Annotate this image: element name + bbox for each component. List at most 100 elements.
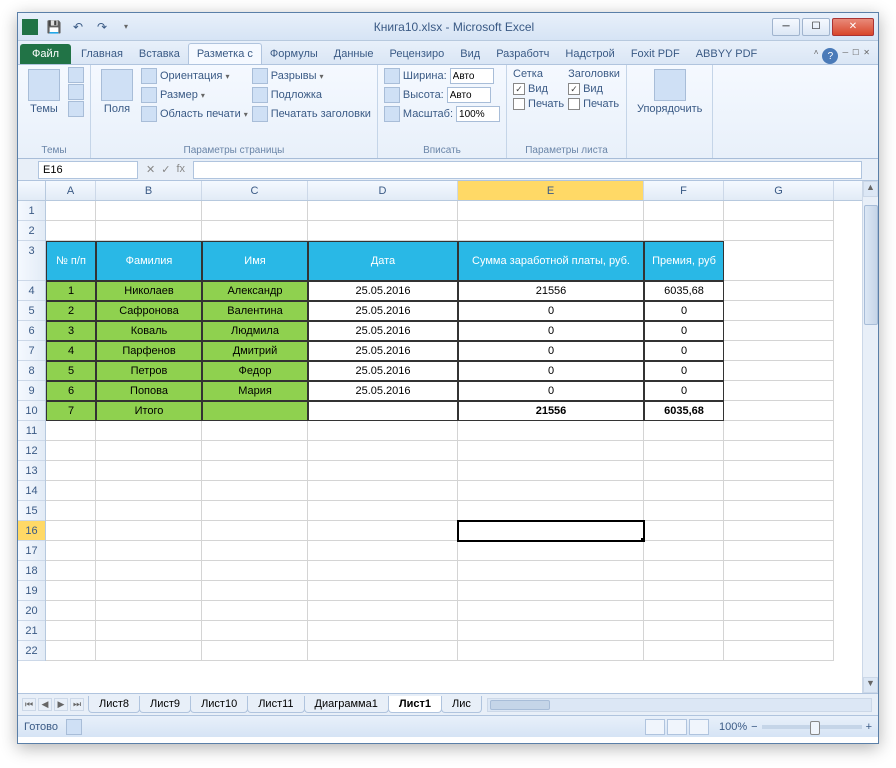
cell[interactable] [724, 621, 834, 641]
row-9[interactable]: 9 [18, 381, 45, 401]
table-header[interactable]: Сумма заработной платы, руб. [458, 241, 644, 281]
cell[interactable] [202, 501, 308, 521]
cell[interactable] [308, 541, 458, 561]
cell[interactable] [724, 581, 834, 601]
print-area-button[interactable]: Область печати▾ [141, 105, 248, 123]
normal-view-button[interactable] [645, 719, 665, 735]
row-11[interactable]: 11 [18, 421, 45, 441]
row-7[interactable]: 7 [18, 341, 45, 361]
table-total-cell[interactable]: 21556 [458, 401, 644, 421]
table-header[interactable]: № п/п [46, 241, 96, 281]
cell[interactable] [644, 521, 724, 541]
cell[interactable] [458, 621, 644, 641]
cell[interactable] [308, 501, 458, 521]
row-16[interactable]: 16 [18, 521, 45, 541]
cell[interactable] [644, 461, 724, 481]
width-input[interactable] [450, 68, 494, 84]
col-A[interactable]: A [46, 181, 96, 200]
cell[interactable] [202, 641, 308, 661]
workbook-close[interactable]: ✕ [863, 48, 870, 64]
cell[interactable] [96, 441, 202, 461]
table-cell[interactable]: Людмила [202, 321, 308, 341]
table-cell[interactable]: Федор [202, 361, 308, 381]
table-cell[interactable]: Дмитрий [202, 341, 308, 361]
row-18[interactable]: 18 [18, 561, 45, 581]
theme-effects-icon[interactable] [68, 101, 84, 117]
row-13[interactable]: 13 [18, 461, 45, 481]
cell[interactable] [46, 221, 96, 241]
tab-home[interactable]: Главная [73, 44, 131, 64]
table-cell[interactable]: 25.05.2016 [308, 361, 458, 381]
orientation-button[interactable]: Ориентация▾ [141, 67, 248, 85]
cell[interactable] [644, 581, 724, 601]
cell[interactable] [458, 481, 644, 501]
cell[interactable] [96, 601, 202, 621]
cell[interactable] [644, 501, 724, 521]
select-all-corner[interactable] [18, 181, 46, 200]
cell[interactable] [308, 601, 458, 621]
cell[interactable] [96, 501, 202, 521]
table-cell[interactable]: Попова [96, 381, 202, 401]
help-icon[interactable]: ? [822, 48, 838, 64]
sheet-tab[interactable]: Лист10 [190, 696, 248, 713]
cell[interactable] [724, 481, 834, 501]
row-6[interactable]: 6 [18, 321, 45, 341]
head-print-checkbox[interactable] [568, 98, 580, 110]
cell[interactable] [96, 221, 202, 241]
table-cell[interactable]: 25.05.2016 [308, 301, 458, 321]
cell[interactable] [308, 461, 458, 481]
cell[interactable] [644, 221, 724, 241]
row-15[interactable]: 15 [18, 501, 45, 521]
tab-formulas[interactable]: Формулы [262, 44, 326, 64]
cell[interactable] [46, 641, 96, 661]
cell[interactable] [46, 521, 96, 541]
cell[interactable] [308, 621, 458, 641]
cell[interactable] [46, 601, 96, 621]
cell[interactable] [458, 641, 644, 661]
tab-developer[interactable]: Разработч [488, 44, 557, 64]
sheet-next-icon[interactable]: ▶ [54, 698, 68, 711]
cell[interactable] [308, 421, 458, 441]
row-21[interactable]: 21 [18, 621, 45, 641]
workbook-restore[interactable]: ☐ [852, 48, 859, 64]
table-cell[interactable]: 0 [644, 301, 724, 321]
table-cell[interactable]: 5 [46, 361, 96, 381]
cell[interactable] [644, 641, 724, 661]
maximize-button[interactable]: ☐ [802, 18, 830, 36]
cell[interactable] [458, 421, 644, 441]
cell[interactable] [46, 481, 96, 501]
cell-grid[interactable]: № п/пФамилияИмяДатаСумма заработной плат… [46, 201, 862, 693]
sheet-tab[interactable]: Диаграмма1 [304, 696, 389, 713]
cell[interactable] [46, 541, 96, 561]
cell[interactable] [202, 521, 308, 541]
table-cell[interactable]: Петров [96, 361, 202, 381]
cell[interactable] [644, 441, 724, 461]
formula-bar[interactable] [193, 161, 862, 179]
print-titles-button[interactable]: Печатать заголовки [252, 105, 371, 123]
cell[interactable] [96, 461, 202, 481]
table-cell[interactable]: Коваль [96, 321, 202, 341]
cell[interactable] [46, 461, 96, 481]
cell[interactable] [308, 521, 458, 541]
tab-insert[interactable]: Вставка [131, 44, 188, 64]
breaks-button[interactable]: Разрывы▾ [252, 67, 371, 85]
cell[interactable] [724, 561, 834, 581]
size-button[interactable]: Размер▾ [141, 86, 248, 104]
cell[interactable] [644, 201, 724, 221]
cell[interactable] [308, 581, 458, 601]
background-button[interactable]: Подложка [252, 86, 371, 104]
row-1[interactable]: 1 [18, 201, 45, 221]
cell[interactable] [96, 641, 202, 661]
tab-foxit[interactable]: Foxit PDF [623, 44, 688, 64]
tab-view[interactable]: Вид [452, 44, 488, 64]
cell[interactable] [46, 621, 96, 641]
sheet-tab[interactable]: Лист1 [388, 696, 442, 713]
table-cell[interactable]: 0 [644, 381, 724, 401]
cell[interactable] [308, 641, 458, 661]
row-3[interactable]: 3 [18, 241, 45, 281]
col-E[interactable]: E [458, 181, 644, 200]
col-G[interactable]: G [724, 181, 834, 200]
cell[interactable] [724, 201, 834, 221]
tab-addins[interactable]: Надстрой [557, 44, 622, 64]
sheet-tab[interactable]: Лист11 [247, 696, 304, 713]
